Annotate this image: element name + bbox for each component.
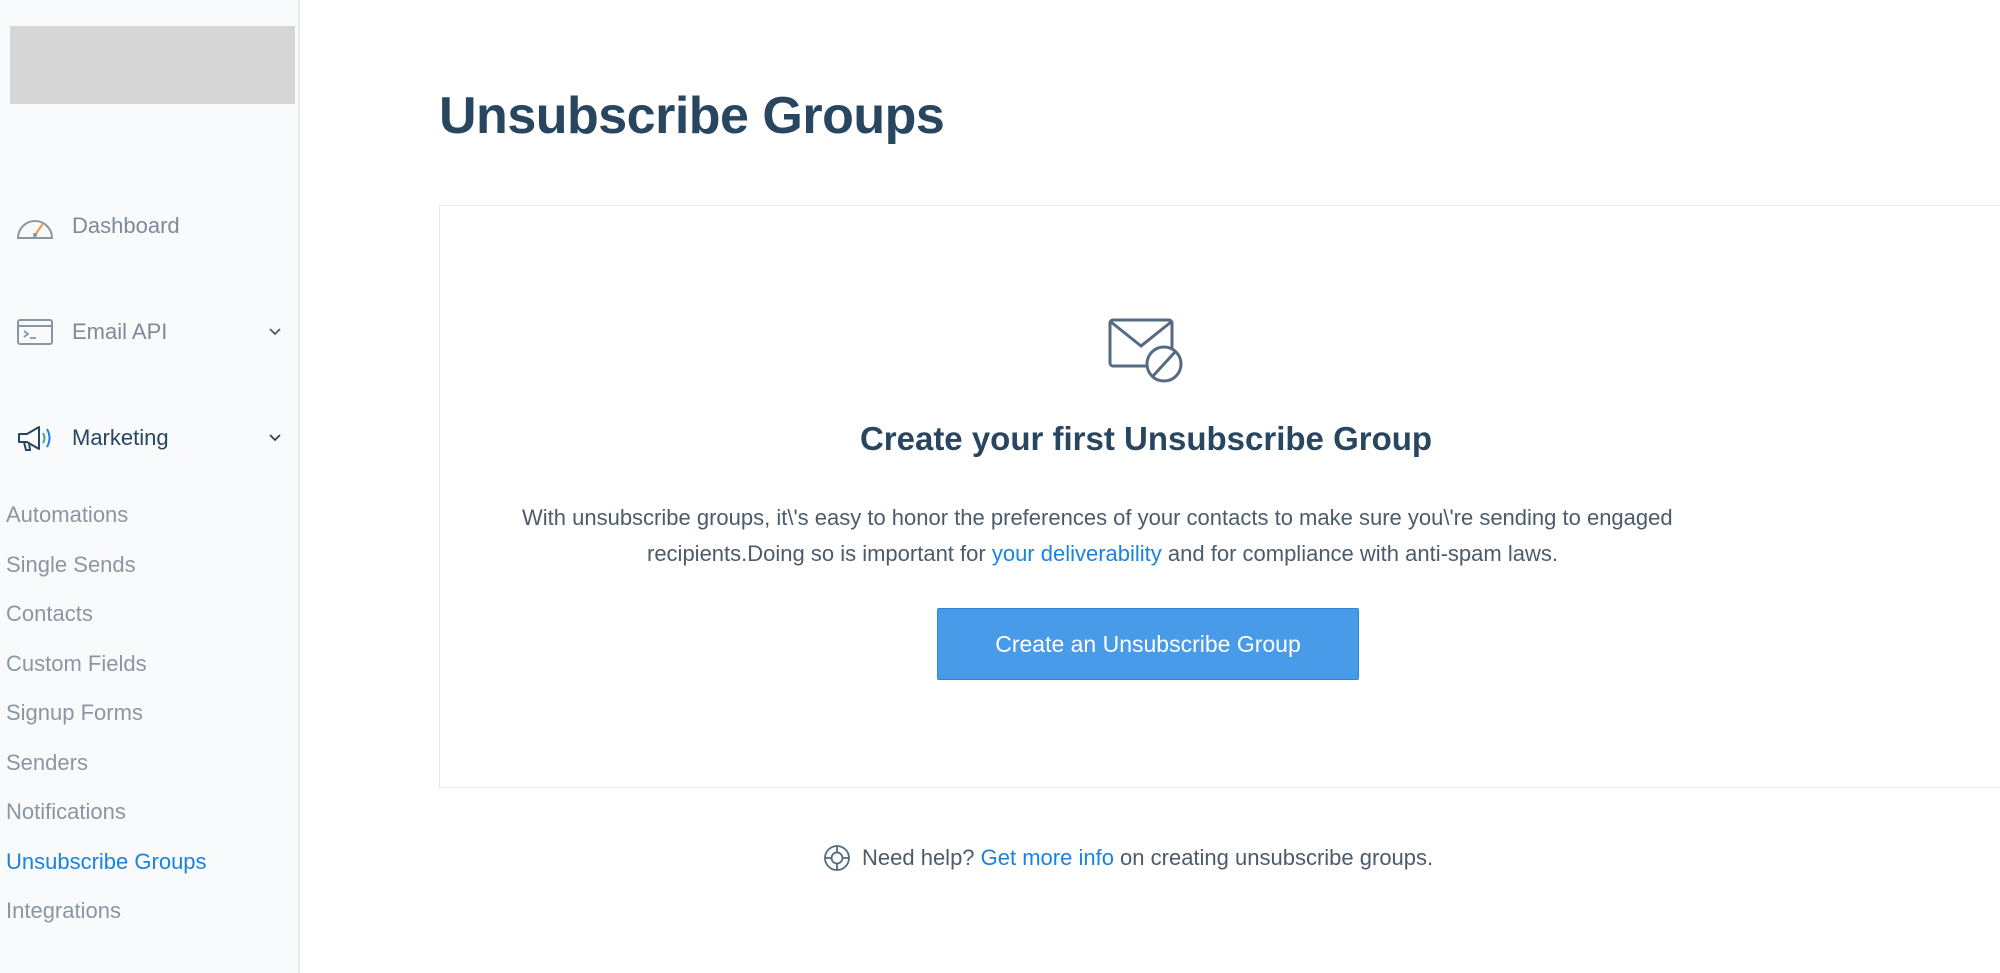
help-suffix: on creating unsubscribe groups. [1113, 845, 1434, 870]
speedometer-icon [14, 209, 56, 243]
sidebar: Dashboard Email API Marketing Automation… [0, 0, 300, 973]
logo-placeholder[interactable] [10, 26, 295, 104]
lifebuoy-icon [822, 843, 852, 873]
help-prefix: Need help? [862, 845, 981, 870]
help-text: Need help? Get more info on creating uns… [822, 840, 1433, 876]
nav-item-label: Dashboard [72, 213, 180, 238]
sidebar-item-signup-forms[interactable]: Signup Forms [6, 698, 143, 728]
sidebar-item-notifications[interactable]: Notifications [6, 797, 126, 827]
page-title: Unsubscribe Groups [439, 87, 945, 145]
envelope-blocked-icon [1108, 316, 1184, 384]
nav-item-marketing[interactable]: Marketing [0, 408, 300, 468]
sidebar-item-integrations[interactable]: Integrations [6, 896, 121, 926]
terminal-window-icon [14, 315, 56, 349]
empty-state-title: Create your first Unsubscribe Group [859, 420, 1433, 457]
get-more-info-link[interactable]: Get more info [981, 845, 1114, 871]
chevron-down-icon[interactable] [266, 429, 284, 447]
main-content: Unsubscribe Groups [302, 0, 2000, 973]
description-line: With unsubscribe groups, it\'s easy to h… [522, 505, 1673, 530]
description-line: recipients.Doing so is important for you… [647, 536, 1558, 572]
sidebar-item-custom-fields[interactable]: Custom Fields [6, 649, 147, 679]
description-text: and for compliance with anti-spam laws. [1161, 541, 1558, 566]
sidebar-item-contacts[interactable]: Contacts [6, 599, 93, 629]
sidebar-item-single-sends[interactable]: Single Sends [6, 550, 136, 580]
nav-item-dashboard[interactable]: Dashboard [0, 196, 300, 256]
megaphone-icon [14, 421, 56, 455]
sidebar-item-automations[interactable]: Automations [6, 500, 128, 530]
deliverability-link[interactable]: your deliverability [992, 541, 1162, 566]
nav-item-email-api[interactable]: Email API [0, 302, 300, 362]
create-unsubscribe-group-button[interactable]: Create an Unsubscribe Group [937, 608, 1359, 680]
chevron-down-icon[interactable] [266, 323, 284, 341]
sidebar-item-senders[interactable]: Senders [6, 748, 88, 778]
empty-state-card [439, 205, 2000, 788]
sidebar-item-unsubscribe-groups[interactable]: Unsubscribe Groups [6, 847, 207, 877]
nav-item-label: Marketing [72, 425, 169, 450]
description-text: recipients.Doing so is important for [647, 541, 992, 566]
nav-item-label: Email API [72, 319, 168, 344]
